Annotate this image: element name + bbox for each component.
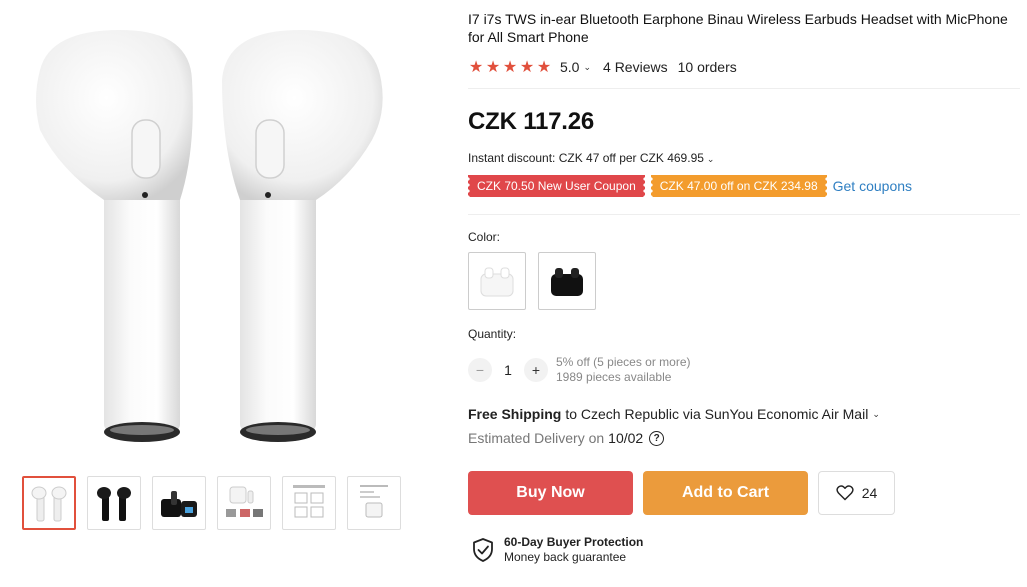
buy-now-button[interactable]: Buy Now: [468, 471, 633, 515]
rating-stars[interactable]: ★ ★ ★ ★ ★: [468, 57, 552, 77]
instructions-thumb-icon: [293, 485, 325, 518]
help-icon[interactable]: ?: [649, 430, 665, 446]
product-title: I7 i7s TWS in-ear Bluetooth Earphone Bin…: [468, 11, 1008, 45]
delivery-info: Estimated Delivery on 10/02 ?: [468, 430, 665, 446]
star-icon: ★: [519, 59, 535, 76]
orders-count: 10 orders: [677, 59, 737, 75]
quantity-value[interactable]: 1: [492, 362, 524, 378]
divider: [468, 214, 1020, 215]
buyer-protection: 60-Day Buyer Protection Money back guara…: [472, 535, 643, 565]
protection-subtitle: Money back guarantee: [504, 550, 627, 564]
color-label: Color:: [468, 230, 501, 244]
thumbnail-black-earbuds[interactable]: [87, 476, 141, 530]
main-product-image[interactable]: [0, 0, 440, 470]
free-shipping-label: Free Shipping: [468, 406, 562, 422]
color-swatches: [468, 252, 596, 310]
reviews-link[interactable]: 4 Reviews: [603, 59, 668, 75]
color-option-white[interactable]: [468, 252, 526, 310]
rating-row: ★ ★ ★ ★ ★ 5.0 ⌄ 4 Reviews 10 orders: [468, 57, 737, 77]
thumbnail-black-with-case[interactable]: [152, 476, 206, 530]
earbuds-thumb-icon: [31, 486, 67, 522]
store-coupon[interactable]: CZK 47.00 off on CZK 234.98: [650, 175, 827, 197]
star-icon: ★: [502, 59, 518, 76]
thumbnail-instructions[interactable]: [282, 476, 336, 530]
delivery-date: 10/02: [608, 430, 644, 446]
shield-check-icon: [473, 538, 493, 562]
heart-icon: [836, 485, 854, 501]
instant-discount-text: Instant discount: CZK 47 off per CZK 469…: [468, 151, 704, 165]
instant-discount[interactable]: Instant discount: CZK 47 off per CZK 469…: [468, 151, 714, 165]
case-thumb-icon: [161, 491, 197, 517]
wishlist-count: 24: [861, 485, 878, 501]
protection-title: 60-Day Buyer Protection: [504, 535, 644, 549]
chevron-down-icon: ⌄: [872, 408, 880, 419]
manual-thumb-icon: [360, 485, 388, 518]
thumbnail-strip: [22, 476, 401, 530]
add-to-cart-button[interactable]: Add to Cart: [643, 471, 808, 515]
quantity-discount: 5% off (5 pieces or more): [556, 355, 691, 369]
coupon-row: CZK 70.50 New User Coupon CZK 47.00 off …: [468, 175, 912, 197]
get-coupons-link[interactable]: Get coupons: [833, 178, 912, 194]
chevron-down-icon[interactable]: ⌄: [583, 62, 591, 73]
quantity-info: 5% off (5 pieces or more) 1989 pieces av…: [556, 355, 691, 385]
shipping-method: to Czech Republic via SunYou Economic Ai…: [565, 406, 869, 422]
white-case-thumb-icon: [226, 486, 263, 517]
action-buttons: Buy Now Add to Cart 24: [468, 471, 895, 515]
rating-value[interactable]: 5.0: [560, 59, 579, 75]
white-case-swatch-icon: [480, 267, 514, 297]
chevron-down-icon: ⌄: [706, 154, 715, 164]
color-option-black[interactable]: [538, 252, 596, 310]
black-case-swatch-icon: [551, 268, 583, 296]
thumbnail-white-with-case[interactable]: [217, 476, 271, 530]
star-icon: ★: [536, 59, 552, 76]
quantity-label: Quantity:: [468, 327, 517, 341]
earbuds-image: [36, 30, 383, 442]
wishlist-button[interactable]: 24: [818, 471, 895, 515]
thumbnail-white-earbuds[interactable]: [22, 476, 76, 530]
shipping-info[interactable]: Free Shipping to Czech Republic via SunY…: [468, 406, 880, 422]
new-user-coupon[interactable]: CZK 70.50 New User Coupon: [468, 175, 645, 197]
star-icon: ★: [468, 59, 484, 76]
product-price: CZK 117.26: [468, 108, 595, 135]
divider: [468, 88, 1020, 89]
plus-icon[interactable]: +: [524, 358, 548, 382]
black-earbuds-thumb-icon: [97, 487, 131, 521]
minus-icon[interactable]: −: [468, 358, 492, 382]
quantity-stepper: − 1 + 5% off (5 pieces or more) 1989 pie…: [468, 355, 691, 385]
delivery-label: Estimated Delivery on: [468, 430, 605, 446]
star-icon: ★: [485, 59, 501, 76]
pieces-available: 1989 pieces available: [556, 370, 672, 384]
thumbnail-manual[interactable]: [347, 476, 401, 530]
